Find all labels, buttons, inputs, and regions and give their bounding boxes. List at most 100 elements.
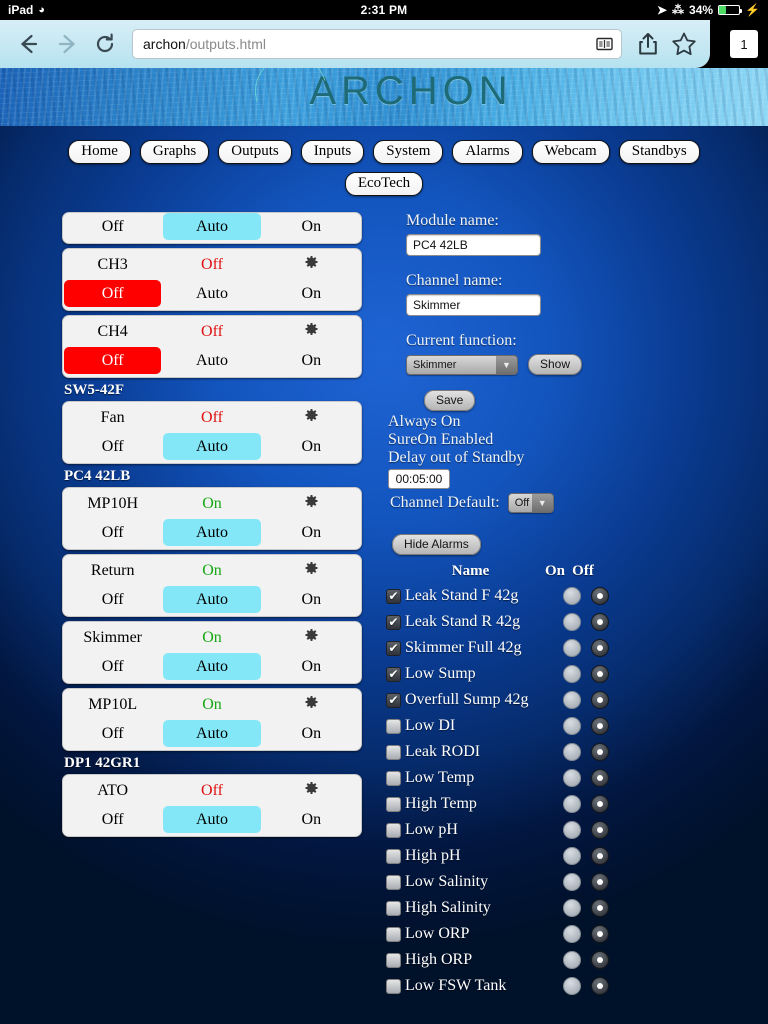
channel-mode-off-button[interactable]: Off [64, 653, 161, 680]
alarm-off-radio[interactable] [591, 665, 609, 683]
alarm-on-radio[interactable] [563, 795, 581, 813]
alarm-on-radio[interactable] [563, 847, 581, 865]
alarm-off-radio[interactable] [591, 951, 609, 969]
channel-mode-off-button[interactable]: Off [64, 347, 162, 374]
nav-item-graphs[interactable]: Graphs [139, 140, 210, 164]
alarm-off-radio[interactable] [591, 795, 609, 813]
bookmark-star-button[interactable] [666, 24, 702, 64]
alarm-off-radio[interactable] [591, 743, 609, 761]
alarm-off-radio[interactable] [591, 587, 609, 605]
alarm-off-radio[interactable] [591, 977, 609, 995]
channel-mode-auto-button[interactable]: Auto [163, 653, 261, 680]
alarm-on-radio[interactable] [563, 951, 581, 969]
alarm-enable-checkbox[interactable] [386, 796, 401, 812]
channel-mode-auto-button[interactable]: Auto [163, 586, 261, 613]
gear-icon[interactable] [262, 561, 361, 581]
channel-mode-auto-button[interactable]: Auto [163, 519, 261, 546]
alarm-on-radio[interactable] [563, 821, 581, 839]
alarm-enable-checkbox[interactable]: ✔ [386, 588, 401, 604]
current-function-select[interactable]: Skimmer ▼ [406, 354, 518, 375]
delay-out-of-standby-input[interactable]: 00:05:00 [388, 469, 450, 489]
channel-mode-off-button[interactable]: Off [64, 433, 161, 460]
address-bar[interactable]: archon/outputs.html [132, 29, 622, 59]
alarm-on-radio[interactable] [563, 613, 581, 631]
gear-icon[interactable] [262, 628, 361, 648]
channel-mode-off-button[interactable]: Off [64, 806, 161, 833]
channel-mode-auto-button[interactable]: Auto [163, 433, 261, 460]
alarm-enable-checkbox[interactable] [386, 822, 401, 838]
nav-item-inputs[interactable]: Inputs [300, 140, 365, 164]
gear-icon[interactable] [262, 255, 361, 275]
channel-mode-off-button[interactable]: Off [64, 519, 161, 546]
alarm-enable-checkbox[interactable]: ✔ [386, 666, 401, 682]
alarm-off-radio[interactable] [591, 873, 609, 891]
alarm-on-radio[interactable] [563, 639, 581, 657]
channel-name-input[interactable]: Skimmer [406, 294, 541, 316]
alarm-on-radio[interactable] [563, 769, 581, 787]
forward-button[interactable] [48, 24, 86, 64]
channel-mode-on-button[interactable]: On [263, 519, 360, 546]
channel-mode-auto-button[interactable]: Auto [163, 347, 260, 374]
channel-mode-on-button[interactable]: On [263, 653, 360, 680]
back-button[interactable] [10, 24, 48, 64]
alarm-off-radio[interactable] [591, 899, 609, 917]
share-button[interactable] [630, 24, 666, 64]
alarm-enable-checkbox[interactable] [386, 926, 401, 942]
gear-icon[interactable] [262, 494, 361, 514]
gear-icon[interactable] [262, 408, 361, 428]
channel-mode-auto-button[interactable]: Auto [163, 280, 260, 307]
gear-icon[interactable] [262, 695, 361, 715]
alarm-enable-checkbox[interactable] [386, 848, 401, 864]
nav-item-alarms[interactable]: Alarms [452, 140, 523, 164]
alarm-enable-checkbox[interactable]: ✔ [386, 614, 401, 630]
alarm-off-radio[interactable] [591, 691, 609, 709]
alarm-on-radio[interactable] [563, 743, 581, 761]
alarm-off-radio[interactable] [591, 613, 609, 631]
alarm-on-radio[interactable] [563, 873, 581, 891]
alarm-off-radio[interactable] [591, 639, 609, 657]
alarm-on-radio[interactable] [563, 717, 581, 735]
alarm-on-radio[interactable] [563, 587, 581, 605]
alarm-enable-checkbox[interactable]: ✔ [386, 692, 401, 708]
alarm-off-radio[interactable] [591, 821, 609, 839]
channel-mode-on-button[interactable]: On [263, 280, 360, 307]
alarm-off-radio[interactable] [591, 717, 609, 735]
channel-mode-off-button[interactable]: Off [64, 586, 161, 613]
alarm-enable-checkbox[interactable] [386, 718, 401, 734]
alarm-enable-checkbox[interactable] [386, 874, 401, 890]
channel-mode-on-button[interactable]: On [263, 213, 360, 240]
reload-button[interactable] [86, 24, 124, 64]
channel-mode-auto-button[interactable]: Auto [163, 213, 261, 240]
alarm-enable-checkbox[interactable] [386, 952, 401, 968]
channel-mode-on-button[interactable]: On [263, 347, 360, 374]
alarm-enable-checkbox[interactable] [386, 900, 401, 916]
channel-mode-on-button[interactable]: On [263, 720, 360, 747]
nav-item-webcam[interactable]: Webcam [531, 140, 610, 164]
alarm-enable-checkbox[interactable] [386, 978, 401, 994]
module-name-input[interactable]: PC4 42LB [406, 234, 541, 256]
save-button[interactable]: Save [424, 390, 476, 411]
channel-mode-auto-button[interactable]: Auto [163, 806, 261, 833]
channel-mode-on-button[interactable]: On [263, 806, 360, 833]
nav-item-ecotech[interactable]: EcoTech [344, 172, 424, 196]
tab-count-button[interactable]: 1 [730, 30, 758, 58]
channel-mode-off-button[interactable]: Off [64, 720, 161, 747]
nav-item-home[interactable]: Home [68, 140, 131, 164]
alarm-on-radio[interactable] [563, 691, 581, 709]
channel-default-select[interactable]: Off ▼ [507, 493, 554, 513]
alarm-enable-checkbox[interactable] [386, 770, 401, 786]
nav-item-outputs[interactable]: Outputs [218, 140, 292, 164]
alarm-off-radio[interactable] [591, 925, 609, 943]
nav-item-standbys[interactable]: Standbys [618, 140, 700, 164]
alarm-on-radio[interactable] [563, 977, 581, 995]
channel-mode-auto-button[interactable]: Auto [163, 720, 261, 747]
channel-mode-on-button[interactable]: On [263, 586, 360, 613]
alarm-on-radio[interactable] [563, 665, 581, 683]
reader-view-icon[interactable] [593, 35, 615, 53]
alarm-on-radio[interactable] [563, 925, 581, 943]
alarm-enable-checkbox[interactable]: ✔ [386, 640, 401, 656]
nav-item-system[interactable]: System [373, 140, 444, 164]
alarm-on-radio[interactable] [563, 899, 581, 917]
hide-alarms-button[interactable]: Hide Alarms [392, 534, 481, 555]
alarm-off-radio[interactable] [591, 769, 609, 787]
